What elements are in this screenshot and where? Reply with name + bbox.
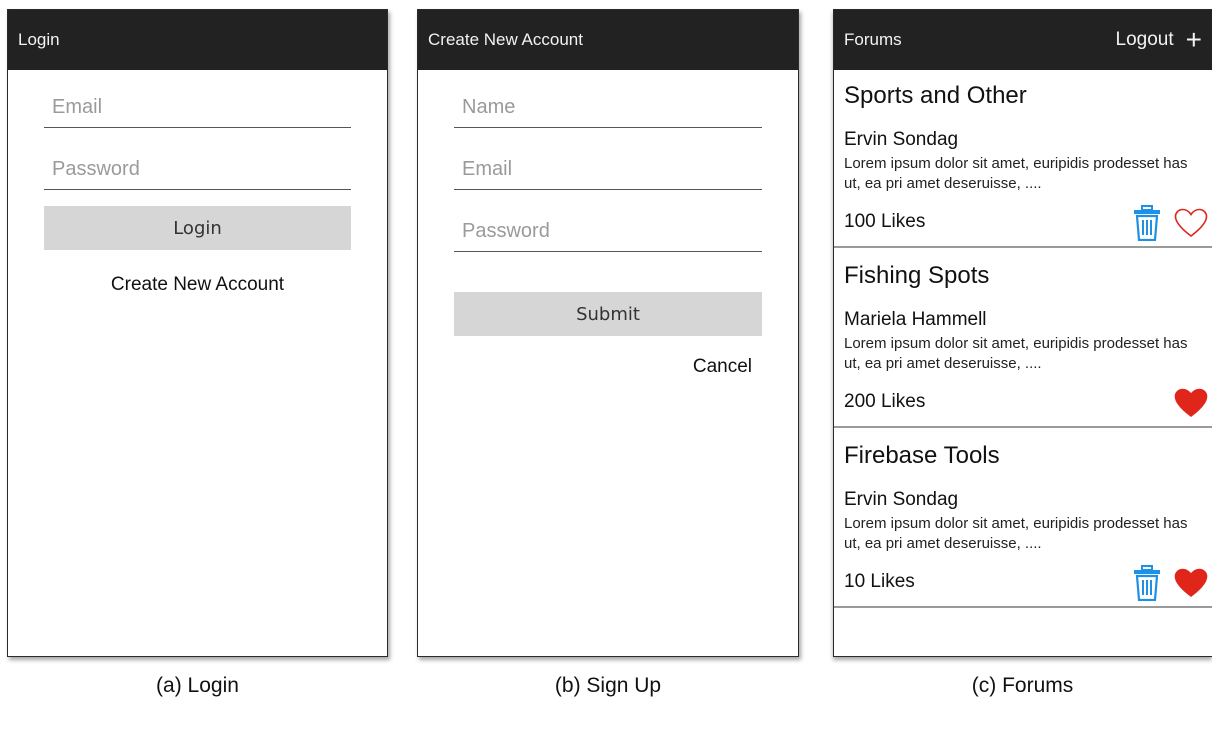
forum-author: Mariela Hammell xyxy=(844,309,987,330)
forum-likes: 100 Likes xyxy=(844,211,926,232)
login-screen-title: Login xyxy=(18,30,60,49)
logout-button[interactable]: Logout xyxy=(1116,29,1174,51)
forum-body: Lorem ipsum dolor sit amet, euripidis pr… xyxy=(844,335,1188,372)
plus-icon[interactable]: + xyxy=(1186,26,1202,54)
login-email-field[interactable] xyxy=(44,90,351,128)
forum-title: Firebase Tools xyxy=(844,442,1000,469)
trash-icon[interactable] xyxy=(1130,564,1164,602)
trash-icon[interactable] xyxy=(1130,204,1164,242)
signup-screen: Create New Account Submit Cancel xyxy=(417,9,799,657)
login-screen: Login Login Create New Account xyxy=(7,9,388,657)
signup-screen-title: Create New Account xyxy=(428,30,583,49)
login-password-field[interactable] xyxy=(44,152,351,190)
forums-title-bar: Forums Logout + xyxy=(834,10,1212,70)
submit-button[interactable]: Submit xyxy=(454,292,762,336)
forum-body: Lorem ipsum dolor sit amet, euripidis pr… xyxy=(844,515,1188,552)
forum-title: Sports and Other xyxy=(844,82,1027,109)
forum-actions xyxy=(1130,564,1208,602)
heart-outline-icon[interactable] xyxy=(1174,204,1208,242)
signup-password-field[interactable] xyxy=(454,214,762,252)
forums-screen: Forums Logout + Sports and Other Ervin S… xyxy=(833,9,1212,657)
forum-list-item[interactable]: Fishing Spots Mariela Hammell Lorem ipsu… xyxy=(834,250,1212,428)
caption-login: (a) Login xyxy=(156,674,239,697)
forum-list-item[interactable]: Sports and Other Ervin Sondag Lorem ipsu… xyxy=(834,70,1212,248)
forum-likes: 200 Likes xyxy=(844,391,926,412)
cancel-link[interactable]: Cancel xyxy=(693,356,752,378)
forum-title: Fishing Spots xyxy=(844,262,990,289)
forum-body: Lorem ipsum dolor sit amet, euripidis pr… xyxy=(844,155,1188,192)
heart-filled-icon[interactable] xyxy=(1174,384,1208,422)
forum-actions xyxy=(1174,384,1208,422)
create-account-link[interactable]: Create New Account xyxy=(8,274,387,296)
signup-email-field[interactable] xyxy=(454,152,762,190)
forums-screen-title: Forums xyxy=(844,30,902,49)
forum-author: Ervin Sondag xyxy=(844,129,959,150)
caption-forums: (c) Forums xyxy=(971,674,1074,697)
forum-likes: 10 Likes xyxy=(844,571,915,592)
signup-name-field[interactable] xyxy=(454,90,762,128)
heart-filled-icon[interactable] xyxy=(1174,564,1208,602)
login-title-bar: Login xyxy=(8,10,387,70)
login-button[interactable]: Login xyxy=(44,206,351,250)
forum-list-item[interactable]: Firebase Tools Ervin Sondag Lorem ipsum … xyxy=(834,430,1212,608)
signup-title-bar: Create New Account xyxy=(418,10,798,70)
forum-actions xyxy=(1130,204,1208,242)
forum-author: Ervin Sondag xyxy=(844,489,959,510)
caption-signup: (b) Sign Up xyxy=(554,674,662,697)
